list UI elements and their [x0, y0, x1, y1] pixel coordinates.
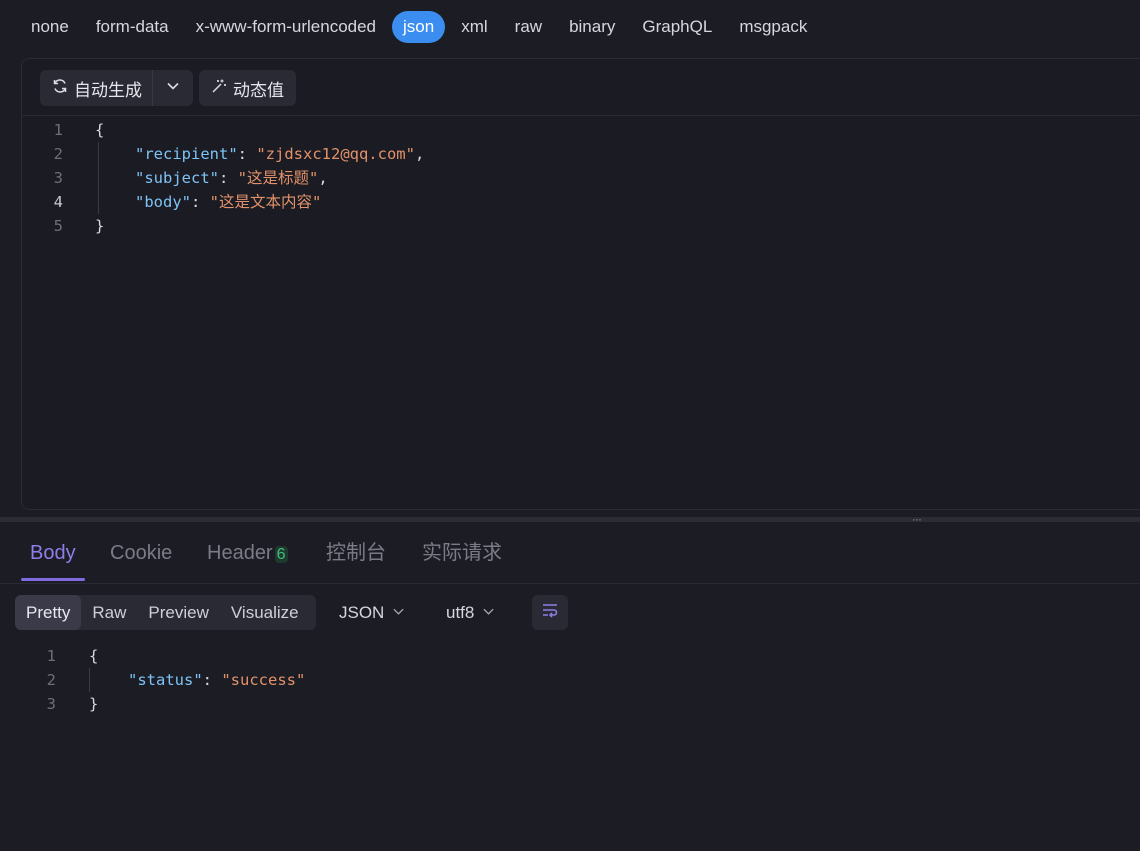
auto-generate-dropdown[interactable]	[153, 70, 193, 106]
resize-handle-icon[interactable]: ···	[912, 513, 922, 525]
code-text: {	[89, 644, 98, 668]
json-punct: ,	[318, 169, 328, 187]
active-tab-indicator	[21, 578, 85, 581]
chevron-down-icon	[392, 603, 405, 623]
json-punct: {	[89, 647, 99, 665]
chevron-down-icon	[166, 79, 180, 98]
magic-wand-icon	[211, 78, 227, 99]
json-string: "这是标题"	[237, 169, 319, 187]
response-code[interactable]: 1{2 "status": "success" 3}	[0, 644, 1100, 716]
indent-guide	[89, 668, 90, 692]
refresh-icon	[52, 78, 68, 99]
tab-body[interactable]: Body	[30, 540, 76, 566]
line-number: 2	[53, 145, 63, 163]
body-type-raw[interactable]: raw	[504, 11, 553, 43]
code-text: "recipient": "zjdsxc12@qq.com",	[135, 142, 424, 166]
tab-header-label: Header	[207, 542, 273, 564]
code-line: 1{	[0, 644, 1100, 668]
json-punct: :	[219, 169, 238, 187]
tab-cookie[interactable]: Cookie	[110, 540, 172, 566]
code-line: 3}	[0, 692, 1100, 716]
body-type-xml[interactable]: xml	[450, 11, 498, 43]
code-line: 5}	[22, 214, 1122, 238]
editor-toolbar: 自动生成 动态值	[40, 70, 296, 106]
indent-guide	[98, 142, 99, 214]
json-punct: }	[95, 217, 105, 235]
encoding-select[interactable]: utf8	[446, 595, 495, 630]
code-line: 1{	[22, 118, 1122, 142]
json-punct: :	[202, 671, 222, 689]
json-string: "success"	[221, 671, 306, 689]
json-key: "subject"	[135, 169, 219, 187]
code-text: "status": "success"	[128, 668, 305, 692]
code-line: 3 "subject": "这是标题",	[22, 166, 1122, 190]
body-type-form-data[interactable]: form-data	[85, 11, 180, 43]
request-body-editor: 自动生成 动态值 1{2 "recipient": "zjdsxc12@qq.co…	[21, 58, 1140, 510]
body-type-json[interactable]: json	[392, 11, 446, 43]
body-type-x-www-form-urlencoded[interactable]: x-www-form-urlencoded	[185, 11, 387, 43]
auto-generate-split-button: 自动生成	[40, 70, 193, 106]
line-number: 5	[53, 217, 63, 235]
encoding-select-value: utf8	[446, 602, 475, 622]
view-visualize[interactable]: Visualize	[220, 595, 310, 630]
code-text: }	[89, 692, 98, 716]
view-pretty[interactable]: Pretty	[15, 595, 82, 630]
tab-header[interactable]: Header 6	[207, 540, 288, 568]
json-punct: {	[95, 121, 105, 139]
body-type-graphql[interactable]: GraphQL	[631, 11, 723, 43]
body-type-msgpack[interactable]: msgpack	[728, 11, 818, 43]
json-key: "recipient"	[135, 145, 238, 163]
view-mode-segmented: Pretty Raw Preview Visualize	[15, 595, 316, 630]
view-raw[interactable]: Raw	[81, 595, 137, 630]
format-select-value: JSON	[339, 602, 385, 622]
code-text: "body": "这是文本内容"	[135, 190, 321, 214]
tab-actual-request[interactable]: 实际请求	[422, 540, 502, 566]
tab-console[interactable]: 控制台	[326, 540, 386, 566]
code-line: 4 "body": "这是文本内容"	[22, 190, 1122, 214]
chevron-down-icon	[482, 603, 495, 623]
json-key: "body"	[135, 193, 191, 211]
editor-divider	[22, 115, 1140, 116]
json-punct: :	[191, 193, 210, 211]
word-wrap-icon	[540, 601, 560, 624]
word-wrap-button[interactable]	[532, 595, 568, 630]
dynamic-value-label: 动态值	[233, 80, 284, 100]
line-number: 3	[53, 169, 63, 187]
line-number: 3	[46, 695, 56, 713]
line-number: 4	[53, 193, 63, 211]
body-type-tabs: none form-data x-www-form-urlencoded json xm…	[0, 0, 1140, 54]
auto-generate-button[interactable]: 自动生成	[40, 70, 153, 106]
dynamic-value-button[interactable]: 动态值	[199, 70, 296, 106]
body-type-binary[interactable]: binary	[558, 11, 626, 43]
body-type-none[interactable]: none	[20, 11, 80, 43]
panel-resizer[interactable]	[0, 517, 1140, 522]
code-line: 2 "recipient": "zjdsxc12@qq.com",	[22, 142, 1122, 166]
code-line: 2 "status": "success"	[0, 668, 1100, 692]
code-text: "subject": "这是标题",	[135, 166, 328, 190]
code-text: {	[95, 118, 104, 142]
json-punct: }	[89, 695, 99, 713]
line-number: 1	[53, 121, 63, 139]
request-code[interactable]: 1{2 "recipient": "zjdsxc12@qq.com", 3 "subj…	[22, 118, 1122, 238]
format-select[interactable]: JSON	[339, 595, 405, 630]
auto-generate-label: 自动生成	[74, 80, 142, 100]
json-punct: :	[237, 145, 257, 163]
json-key: "status"	[128, 671, 203, 689]
line-number: 2	[46, 671, 56, 689]
response-tabs: Body Cookie Header 6 控制台 实际请求	[0, 523, 1140, 584]
json-string: "这是文本内容"	[209, 193, 322, 211]
view-preview[interactable]: Preview	[137, 595, 219, 630]
json-punct: ,	[414, 145, 425, 163]
code-text: }	[95, 214, 104, 238]
line-number: 1	[46, 647, 56, 665]
header-count-badge: 6	[274, 546, 288, 563]
json-string: "zjdsxc12@qq.com"	[256, 145, 415, 163]
